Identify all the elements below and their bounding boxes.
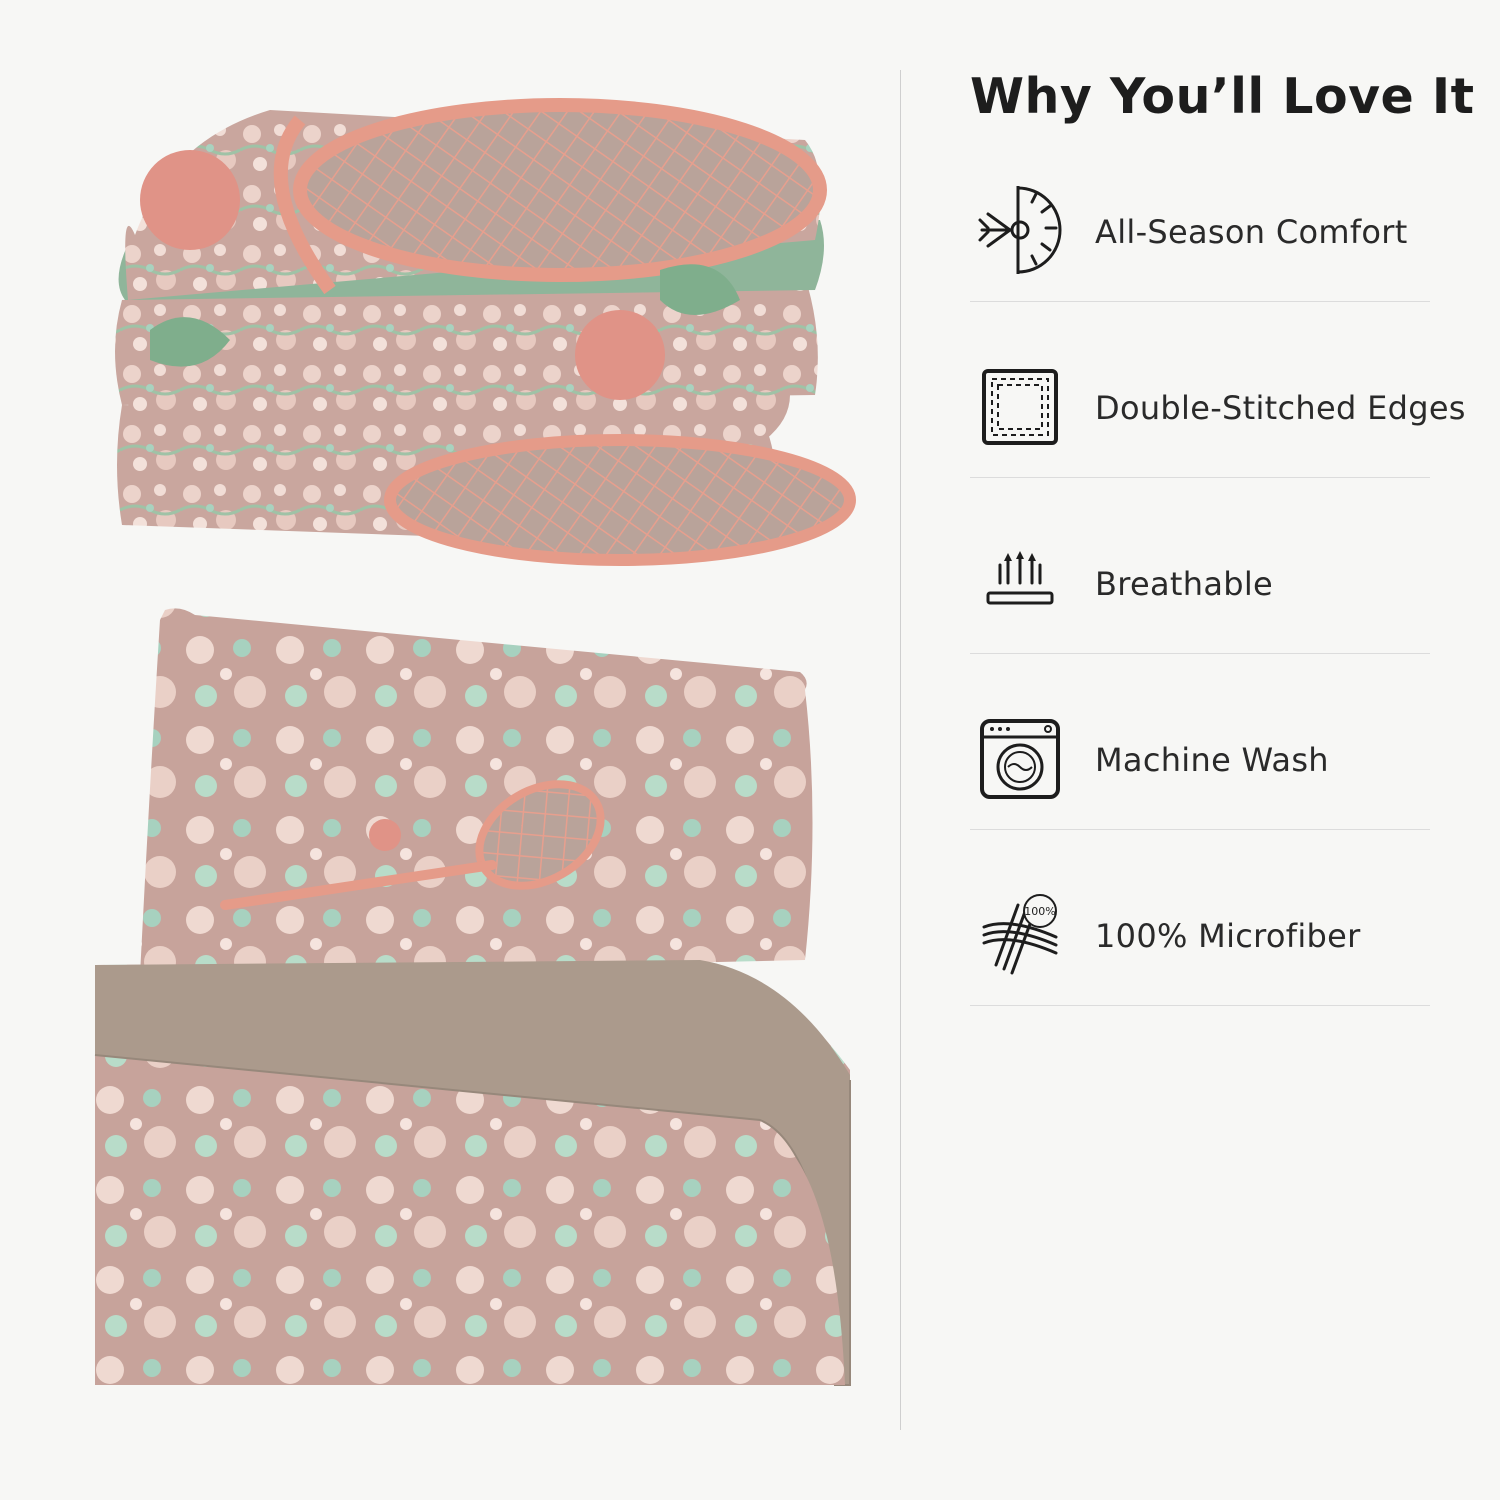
product-image-panel <box>0 0 900 1500</box>
percent-badge-text: 100% <box>1024 905 1055 918</box>
pillow <box>140 608 813 975</box>
page-title: Why You’ll Love It <box>970 68 1475 125</box>
duvet-cover <box>94 960 851 1386</box>
bedding-illustration <box>94 98 856 1386</box>
feature-panel: Why You’ll Love It All-Season Comfort Do… <box>970 0 1500 1500</box>
feature-label: Double-Stitched Edges <box>1095 389 1466 427</box>
feature-label: Breathable <box>1095 565 1274 603</box>
stitched-square-icon <box>970 357 1070 457</box>
feature-item-double-stitched: Double-Stitched Edges <box>970 301 1465 478</box>
sun-snowflake-icon <box>970 180 1070 280</box>
vertical-divider <box>900 70 901 1430</box>
breathable-arrows-icon <box>970 535 1070 635</box>
folded-comforter <box>115 98 856 566</box>
feature-label: 100% Microfiber <box>1095 917 1361 955</box>
feature-label: Machine Wash <box>1095 741 1329 779</box>
feature-item-all-season: All-Season Comfort <box>970 125 1430 302</box>
feature-item-breathable: Breathable <box>970 477 1430 654</box>
feature-item-machine-wash: Machine Wash <box>970 653 1430 830</box>
feature-label: All-Season Comfort <box>1095 213 1408 251</box>
microfiber-fabric-icon: 100% <box>970 887 1070 987</box>
feature-item-microfiber: 100% 100% Microfiber <box>970 829 1430 1006</box>
washing-machine-icon <box>970 711 1070 811</box>
